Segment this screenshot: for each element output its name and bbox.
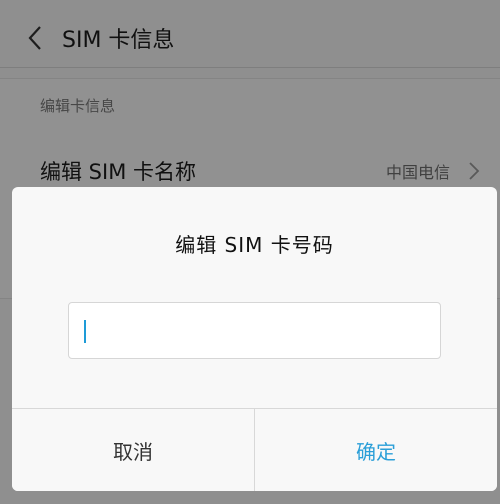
dialog-title: 编辑 SIM 卡号码 (175, 233, 334, 257)
sim-number-input[interactable] (68, 302, 441, 359)
dialog-actions: 取消 确定 (12, 408, 497, 491)
text-caret (84, 320, 86, 343)
cancel-button[interactable]: 取消 (12, 409, 255, 491)
confirm-button[interactable]: 确定 (255, 409, 497, 491)
edit-sim-number-dialog: 编辑 SIM 卡号码 取消 确定 (12, 187, 497, 491)
